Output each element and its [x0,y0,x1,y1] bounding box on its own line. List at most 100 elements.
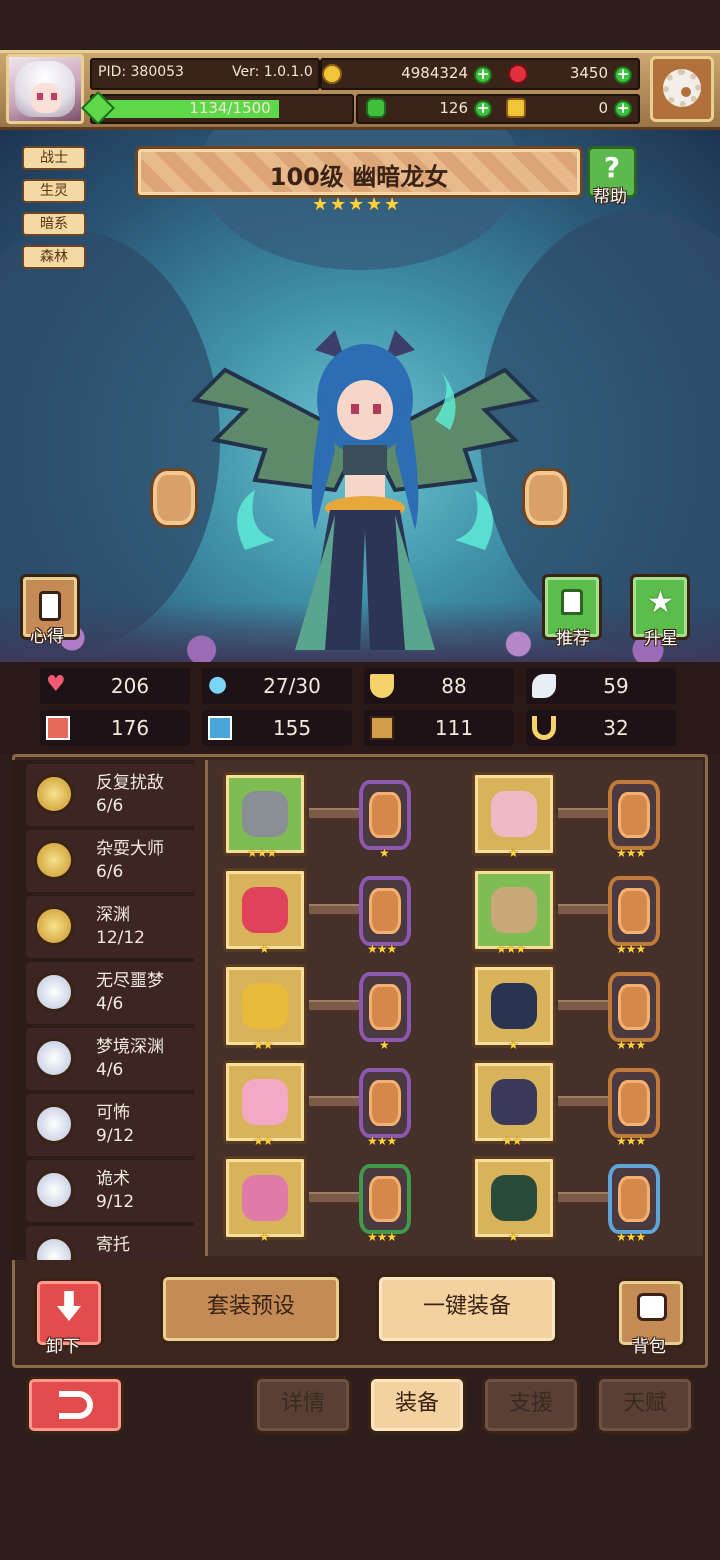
hero-title-banner: 100级 幽暗龙女 [135,146,583,198]
tag-race: 生灵 [22,179,86,203]
set-bonus-item[interactable]: 诡术 9/12 [26,1160,194,1222]
set-bonus-name: 诡术 [96,1169,130,1189]
set-bonus-item[interactable]: 反复扰敌 6/6 [26,764,194,826]
set-bonus-list[interactable]: 反复扰敌 6/6 杂耍大师 6/6 深渊 12/12 无尽噩梦 4/6 梦境深渊 4/6 可怖 9/1… [12,760,194,1260]
wing-icon [532,674,556,698]
horseshoe-icon [532,716,556,740]
book-icon [208,716,232,740]
armor-boots-icon [491,1175,537,1221]
shield-icon [370,674,394,698]
rune-gem-slot[interactable] [359,1164,411,1234]
settings-button[interactable] [650,56,714,122]
add-key-button[interactable]: + [614,100,632,118]
tab-details[interactable]: 详情 [254,1376,352,1434]
hero-star-icon: ★ [384,194,401,215]
gem-stars: ★★★ [367,1230,397,1244]
set-bonus-item[interactable]: 梦境深渊 4/6 [26,1028,194,1090]
player-id: PID: 380053 [98,64,184,80]
set-emblem-icon [34,1104,74,1144]
key-icon [506,98,526,118]
gem-stars: ★★★ [616,1134,646,1148]
rune-gem-slot[interactable] [608,972,660,1042]
teddy-bear-icon [242,887,288,933]
rune-gem-slot[interactable] [359,780,411,850]
rune-icon [618,888,650,934]
set-bonus-item[interactable]: 无尽噩梦 4/6 [26,962,194,1024]
rune-left[interactable] [150,468,198,528]
rune-icon [618,1080,650,1126]
equipment-slot[interactable] [223,772,307,856]
gold-coin-icon [322,64,342,84]
set-preset-button[interactable]: 套装预设 [160,1274,342,1344]
stat-magic: 155 [202,710,352,746]
set-bonus-count: 9/12 [96,1192,135,1212]
arrow-down-icon [57,1291,81,1321]
unequip-label: 卸下 [46,1337,80,1357]
set-bonus-item[interactable]: 寄托 [26,1226,194,1260]
rune-gem-slot[interactable] [359,876,411,946]
equipment-slot[interactable] [223,1060,307,1144]
add-gold-button[interactable]: + [474,66,492,84]
set-emblem-icon [34,774,74,814]
gear-icon [663,69,701,107]
rune-icon [618,792,650,838]
equipment-slot[interactable] [223,868,307,952]
set-bonus-item[interactable]: 杂耍大师 6/6 [26,830,194,892]
item-stars: ★★ [253,1134,273,1148]
rune-gem-slot[interactable] [608,876,660,946]
add-clover-button[interactable]: + [474,100,492,118]
footer-area [0,1444,720,1560]
item-stars: ★ [508,1038,519,1052]
set-bonus-count: 6/6 [96,862,124,882]
rune-gem-slot[interactable] [359,1068,411,1138]
thumbs-up-icon [561,589,583,615]
version-label: Ver: 1.0.1.0 [232,64,313,80]
rune-icon [618,1176,650,1222]
set-bonus-count: 12/12 [96,928,145,948]
stat-hp: ♥ 206 [40,668,190,704]
gem-value: 3450 [569,64,608,82]
gem-stars: ★ [379,846,390,860]
rune-gem-slot[interactable] [359,972,411,1042]
auto-equip-button[interactable]: 一键装备 [376,1274,558,1344]
equipment-slot[interactable] [472,1156,556,1240]
rune-icon [369,792,401,838]
add-gem-button[interactable]: + [614,66,632,84]
fist-icon [46,716,70,740]
set-bonus-name: 寄托 [96,1235,130,1255]
set-bonus-item[interactable]: 深渊 12/12 [26,896,194,958]
set-bonus-count: 6/6 [96,796,124,816]
player-avatar[interactable] [6,54,84,124]
gem-stars: ★★★ [616,1038,646,1052]
bear-hat-icon [491,791,537,837]
clover-value: 126 [439,99,468,117]
item-stars: ★★★ [247,846,277,860]
red-gem-icon [508,64,528,84]
rune-gem-slot[interactable] [608,1164,660,1234]
rune-icon [369,1080,401,1126]
set-emblem-icon [34,1038,74,1078]
back-button[interactable] [26,1376,124,1434]
hero-name: 100级 幽暗龙女 [269,163,449,191]
equipment-slot[interactable] [223,1156,307,1240]
upgrade-star-label: 升星 [644,629,678,649]
hero-star-icon: ★ [348,194,365,215]
tab-talent[interactable]: 天赋 [596,1376,694,1434]
tab-equipment[interactable]: 装备 [368,1376,466,1434]
set-bonus-count: 4/6 [96,1060,124,1080]
rune-gem-slot[interactable] [608,780,660,850]
gem-stars: ★ [379,1038,390,1052]
tag-class: 战士 [22,146,86,170]
equipment-slot[interactable] [223,964,307,1048]
rune-right[interactable] [522,468,570,528]
equipment-slot[interactable] [472,868,556,952]
equipment-slot[interactable] [472,1060,556,1144]
tab-support[interactable]: 支援 [482,1376,580,1434]
gold-value: 4984324 [401,64,468,82]
rune-icon [369,984,401,1030]
stats-panel: ♥ 206 ● 27/30 88 59 176 155 111 32 [0,662,720,754]
rune-gem-slot[interactable] [608,1068,660,1138]
equipment-slot[interactable] [472,772,556,856]
equipment-slot[interactable] [472,964,556,1048]
set-bonus-item[interactable]: 可怖 9/12 [26,1094,194,1156]
